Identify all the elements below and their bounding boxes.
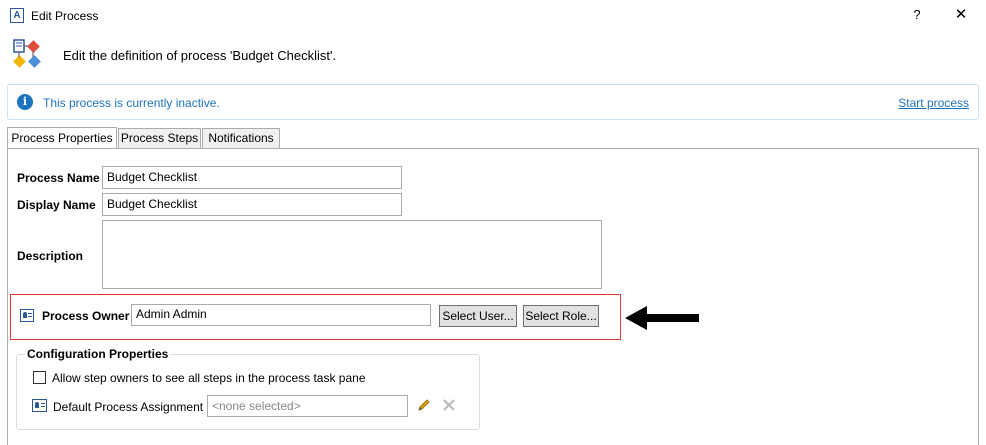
- display-name-input[interactable]: Budget Checklist: [102, 193, 402, 216]
- process-icon: [13, 39, 41, 68]
- clear-icon[interactable]: [441, 397, 457, 413]
- header-description: Edit the definition of process 'Budget C…: [63, 48, 337, 63]
- info-bar: i This process is currently inactive. St…: [7, 84, 979, 120]
- select-role-button[interactable]: Select Role...: [523, 305, 599, 327]
- app-icon: A: [10, 8, 24, 23]
- tab-process-steps[interactable]: Process Steps: [118, 128, 201, 148]
- info-message: This process is currently inactive.: [43, 96, 220, 110]
- start-process-link[interactable]: Start process: [898, 96, 969, 110]
- allow-step-owners-checkbox[interactable]: [33, 371, 46, 384]
- process-name-label: Process Name: [17, 171, 100, 185]
- process-owner-highlight: Process Owner Admin Admin Select User...…: [10, 294, 621, 340]
- title-bar: A Edit Process ? ✕: [0, 0, 986, 31]
- select-user-button[interactable]: Select User...: [439, 305, 517, 327]
- close-button[interactable]: ✕: [952, 6, 970, 24]
- process-owner-input[interactable]: Admin Admin: [131, 304, 431, 326]
- dialog-header: Edit the definition of process 'Budget C…: [0, 31, 986, 77]
- assignment-card-icon: [32, 399, 47, 412]
- process-owner-label: Process Owner: [42, 309, 130, 323]
- pencil-icon[interactable]: [417, 398, 431, 412]
- user-card-icon: [20, 309, 34, 322]
- tab-process-properties[interactable]: Process Properties: [7, 127, 117, 148]
- pointer-arrow-icon: [625, 306, 699, 330]
- help-button[interactable]: ?: [908, 6, 926, 24]
- configuration-title: Configuration Properties: [25, 347, 171, 361]
- info-icon: i: [17, 94, 33, 110]
- default-assignment-field[interactable]: <none selected>: [207, 395, 408, 417]
- process-name-input[interactable]: Budget Checklist: [102, 166, 402, 189]
- display-name-label: Display Name: [17, 198, 96, 212]
- description-label: Description: [17, 249, 84, 263]
- window-title: Edit Process: [31, 9, 99, 23]
- default-assignment-label: Default Process Assignment: [53, 400, 204, 414]
- tab-notifications[interactable]: Notifications: [202, 128, 280, 148]
- configuration-group: [16, 354, 480, 430]
- allow-step-owners-label: Allow step owners to see all steps in th…: [52, 371, 366, 385]
- description-textarea[interactable]: [102, 220, 602, 289]
